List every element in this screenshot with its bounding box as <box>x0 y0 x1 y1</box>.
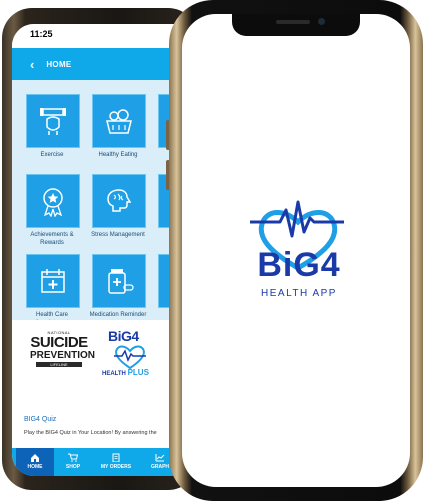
nav-my-orders[interactable]: MY ORDERS <box>94 448 138 476</box>
quiz-title: BIG4 Quiz <box>24 416 57 423</box>
award-badge-icon <box>43 188 63 217</box>
calendar-plus-icon <box>41 269 65 293</box>
health-plus-sub: HEALTH PLUS <box>102 368 149 377</box>
suicide-prevention-logo[interactable]: NATIONAL SUICIDE PREVENTION LIFELINE <box>30 330 96 382</box>
tile-label-healthy-eating: Healthy Eating <box>98 152 138 158</box>
tile-health-care-appointment[interactable] <box>26 254 80 308</box>
quiz-text: Play the BIG4 Quiz in Your Location! By … <box>24 430 157 436</box>
phone-notch <box>232 14 360 36</box>
fitness-icon <box>40 108 66 135</box>
tile-exercise[interactable] <box>26 94 80 148</box>
tile-achievements[interactable] <box>26 174 80 228</box>
big4-health-plus-logo[interactable]: BiG4 HEALTH PLUS <box>100 328 160 388</box>
heart-pulse-icon <box>114 345 146 370</box>
health-plus-sub-bold: PLUS <box>127 368 149 377</box>
tile-label-stress-management: Stress Management <box>91 232 145 238</box>
tile-healthy-eating[interactable] <box>92 94 146 148</box>
graph-icon <box>155 454 165 462</box>
tile-stress-management[interactable] <box>92 174 146 228</box>
brain-icon <box>107 189 132 212</box>
tile-label-medication-reminder: Medication Reminder <box>89 312 147 318</box>
big4-logo-subtitle: HEALTH APP <box>261 288 337 299</box>
tile-label-achievements: Achievements & Rewards <box>30 232 74 246</box>
speaker-grille <box>276 20 310 24</box>
cart-icon <box>68 453 78 462</box>
nav-home[interactable]: HOME <box>16 448 54 476</box>
suicide-logo-line2: PREVENTION <box>30 350 96 361</box>
page-title: HOME <box>46 59 72 69</box>
nav-graph-label: GRAPH <box>150 464 170 470</box>
suicide-logo-bottom: LIFELINE <box>36 362 82 367</box>
big4-logo-title: BiG4 <box>257 246 341 284</box>
nav-shop[interactable]: SHOP <box>56 448 90 476</box>
front-camera <box>318 18 325 25</box>
status-time: 11:25 <box>30 29 53 39</box>
tile-label-exercise: Exercise <box>40 152 64 158</box>
nav-shop-label: SHOP <box>65 464 81 470</box>
suicide-logo-line1: SUICIDE <box>30 334 88 351</box>
tile-medication-reminder[interactable] <box>92 254 146 308</box>
home-icon <box>31 454 39 462</box>
health-plus-sub-text: HEALTH <box>102 371 126 377</box>
medicine-bottle-icon <box>108 269 134 294</box>
orders-icon <box>112 453 120 462</box>
nav-home-label: HOME <box>27 464 43 470</box>
food-basket-icon <box>106 109 132 134</box>
chevron-left-icon[interactable]: ‹ <box>30 57 34 72</box>
nav-my-orders-label: MY ORDERS <box>100 464 132 470</box>
health-plus-title: BiG4 <box>108 328 139 344</box>
